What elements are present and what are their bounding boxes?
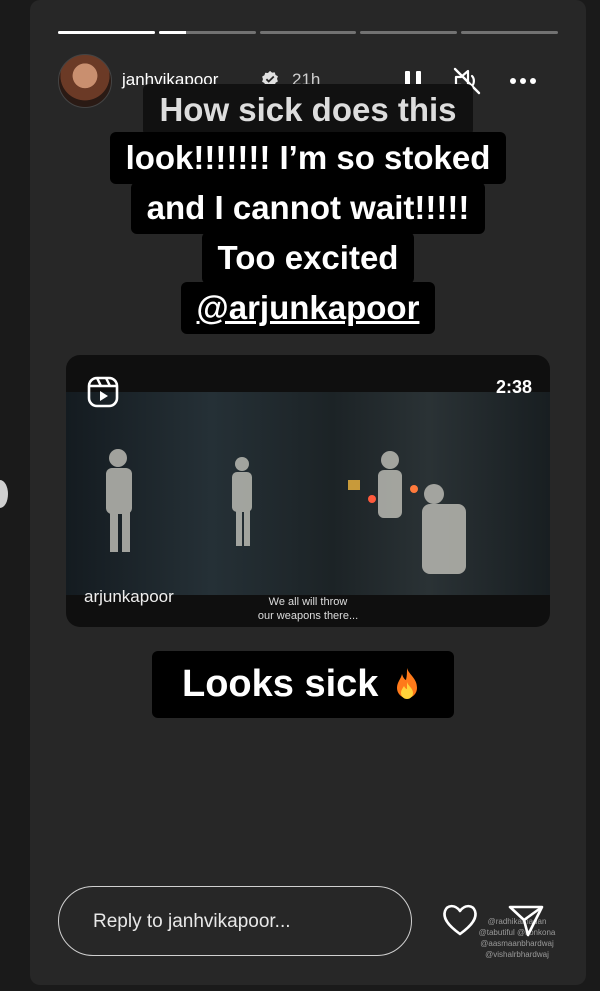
- progress-fill: [58, 31, 155, 34]
- bottom-caption: Looks sick: [152, 651, 455, 718]
- shared-reel[interactable]: 2:38 arjunkapoor We all will throw our w…: [66, 355, 550, 627]
- caption-text-1: How sick does this: [143, 84, 473, 136]
- tag-item: @vishalrbhardwaj: [485, 950, 549, 959]
- caption-line-4: Too excited: [30, 232, 586, 284]
- mention-link[interactable]: @arjunkapoor: [197, 289, 420, 326]
- reel-subtitle: We all will throw our weapons there...: [66, 595, 550, 623]
- story-progress: [58, 31, 558, 35]
- progress-segment-1: [58, 31, 155, 34]
- reel-duration: 2:38: [495, 377, 532, 397]
- caption-text-2: look!!!!!!! I’m so stoked: [109, 132, 507, 184]
- caption-line-1: How sick does this: [30, 84, 586, 136]
- caption-text-4: Too excited: [201, 232, 415, 284]
- story-card: janhvikapoor 21h How sick does this look…: [30, 0, 586, 985]
- progress-fill: [158, 31, 186, 34]
- caption-line-5: @arjunkapoor: [30, 282, 586, 334]
- caption-text-3: and I cannot wait!!!!!: [130, 182, 486, 234]
- fire-emoji: [397, 667, 418, 699]
- reel-scene-art: [106, 449, 466, 574]
- bottom-caption-text: Looks sick: [182, 663, 379, 705]
- share-icon[interactable]: [506, 900, 546, 940]
- reply-input[interactable]: Reply to janhvikapoor...: [58, 886, 412, 956]
- reply-placeholder: Reply to janhvikapoor...: [93, 911, 291, 932]
- reels-icon: [87, 376, 119, 408]
- progress-segment-3: [259, 31, 357, 34]
- progress-segment-4: [360, 31, 458, 34]
- previous-story-nav[interactable]: [0, 480, 8, 508]
- caption-line-3: and I cannot wait!!!!!: [30, 182, 586, 234]
- progress-segment-5: [461, 31, 558, 34]
- mention-wrap: @arjunkapoor: [180, 282, 436, 334]
- progress-segment-2: [158, 31, 256, 34]
- subtitle-line-2: our weapons there...: [257, 610, 359, 622]
- caption-line-2: look!!!!!!! I’m so stoked: [30, 132, 586, 184]
- heart-icon[interactable]: [440, 900, 480, 940]
- reel-video-frame[interactable]: [66, 392, 550, 595]
- subtitle-line-1: We all will throw: [268, 596, 348, 608]
